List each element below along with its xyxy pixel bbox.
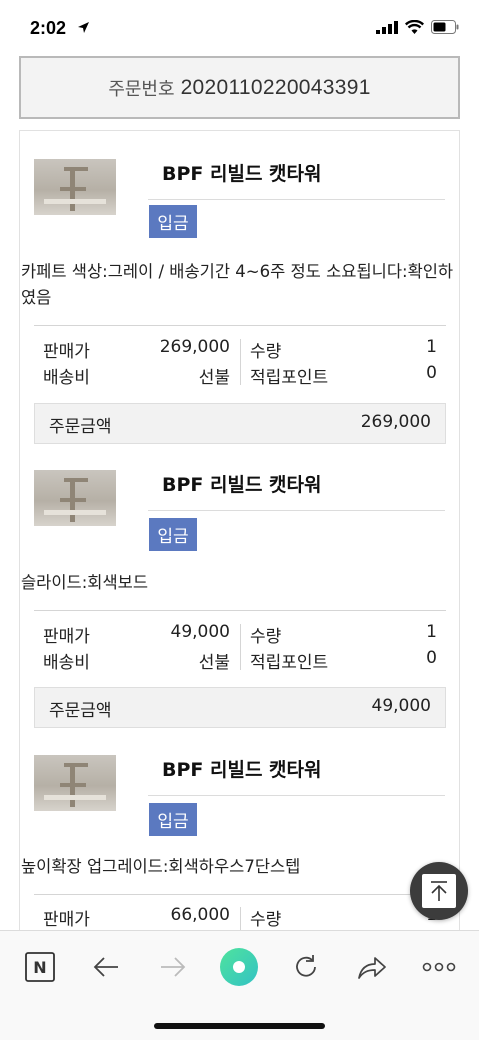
points-value: 0 (426, 648, 437, 668)
payment-status-badge: 입금 (149, 518, 197, 551)
price-details: 판매가 49,000 수량 1 배송비 선불 적립포인트 0 (34, 620, 446, 673)
divider (34, 325, 446, 326)
payment-status-badge: 입금 (149, 803, 197, 836)
status-bar: 2:02 (0, 0, 479, 56)
order-total-bar: 주문금액 49,000 (34, 687, 446, 728)
status-indicators (376, 20, 459, 34)
price-label: 판매가 (43, 342, 90, 362)
svg-text:N: N (33, 958, 46, 977)
battery-icon (431, 20, 459, 34)
back-arrow-icon[interactable] (86, 947, 126, 987)
points-value: 0 (426, 363, 437, 383)
price-label: 판매가 (43, 627, 90, 647)
cellular-signal-icon (376, 20, 398, 34)
more-icon[interactable] (419, 947, 459, 987)
product-option: 슬라이드:회색보드 (21, 573, 148, 592)
divider (148, 795, 445, 796)
quantity-label: 수량 (250, 910, 282, 930)
divider (148, 199, 445, 200)
order-total-label: 주문금액 (49, 417, 112, 437)
product-name[interactable]: BPF 리빌드 캣타워 (162, 755, 322, 782)
product-name[interactable]: BPF 리빌드 캣타워 (162, 159, 322, 186)
price-details: 판매가 269,000 수량 1 배송비 선불 적립포인트 0 (34, 335, 446, 388)
divider (148, 510, 445, 511)
order-total-value: 269,000 (360, 412, 431, 432)
shipping-label: 배송비 (43, 653, 90, 673)
order-number-header: 주문번호 2020110220043391 (19, 56, 460, 119)
order-number-label: 주문번호 (108, 78, 175, 100)
forward-arrow-icon[interactable] (153, 947, 193, 987)
naver-n-icon[interactable]: N (20, 947, 60, 987)
shipping-value: 선불 (198, 653, 230, 673)
product-option: 카페트 색상:그레이 / 배송기간 4~6주 정도 소요됩니다:확인하였음 (21, 262, 454, 307)
price-label: 판매가 (43, 910, 90, 930)
status-time: 2:02 (30, 18, 67, 38)
divider (34, 610, 446, 611)
shipping-value: 선불 (198, 368, 230, 388)
order-number-value: 2020110220043391 (180, 75, 371, 99)
quantity-label: 수량 (250, 627, 282, 647)
column-divider (240, 339, 241, 385)
order-total-value: 49,000 (371, 696, 431, 716)
order-total-label: 주문금액 (49, 701, 112, 721)
location-arrow-icon (78, 22, 89, 33)
price-value: 49,000 (170, 622, 230, 642)
product-option: 높이확장 업그레이드:회색하우스7단스텝 (21, 857, 301, 876)
arrow-up-icon (422, 874, 456, 908)
points-label: 적립포인트 (250, 368, 329, 388)
product-thumbnail[interactable] (34, 470, 116, 526)
price-details: 판매가 66,000 수량 1 (34, 903, 446, 931)
product-thumbnail[interactable] (34, 159, 116, 215)
green-home-icon[interactable] (219, 947, 259, 987)
order-items-list: BPF 리빌드 캣타워 입금 카페트 색상:그레이 / 배송기간 4~6주 정도… (19, 130, 460, 931)
quantity-label: 수량 (250, 342, 282, 362)
scroll-to-top-button[interactable] (410, 862, 468, 920)
points-label: 적립포인트 (250, 653, 329, 673)
price-value: 269,000 (159, 337, 230, 357)
wifi-icon (405, 20, 424, 34)
product-name[interactable]: BPF 리빌드 캣타워 (162, 470, 322, 497)
order-total-bar: 주문금액 269,000 (34, 403, 446, 444)
quantity-value: 1 (426, 622, 437, 642)
product-thumbnail[interactable] (34, 755, 116, 811)
quantity-value: 1 (426, 337, 437, 357)
column-divider (240, 624, 241, 670)
refresh-icon[interactable] (286, 947, 326, 987)
divider (34, 894, 446, 895)
payment-status-badge: 입금 (149, 205, 197, 238)
column-divider (240, 907, 241, 931)
price-value: 66,000 (170, 905, 230, 925)
share-icon[interactable] (352, 947, 392, 987)
home-indicator[interactable] (154, 1023, 325, 1029)
shipping-label: 배송비 (43, 368, 90, 388)
